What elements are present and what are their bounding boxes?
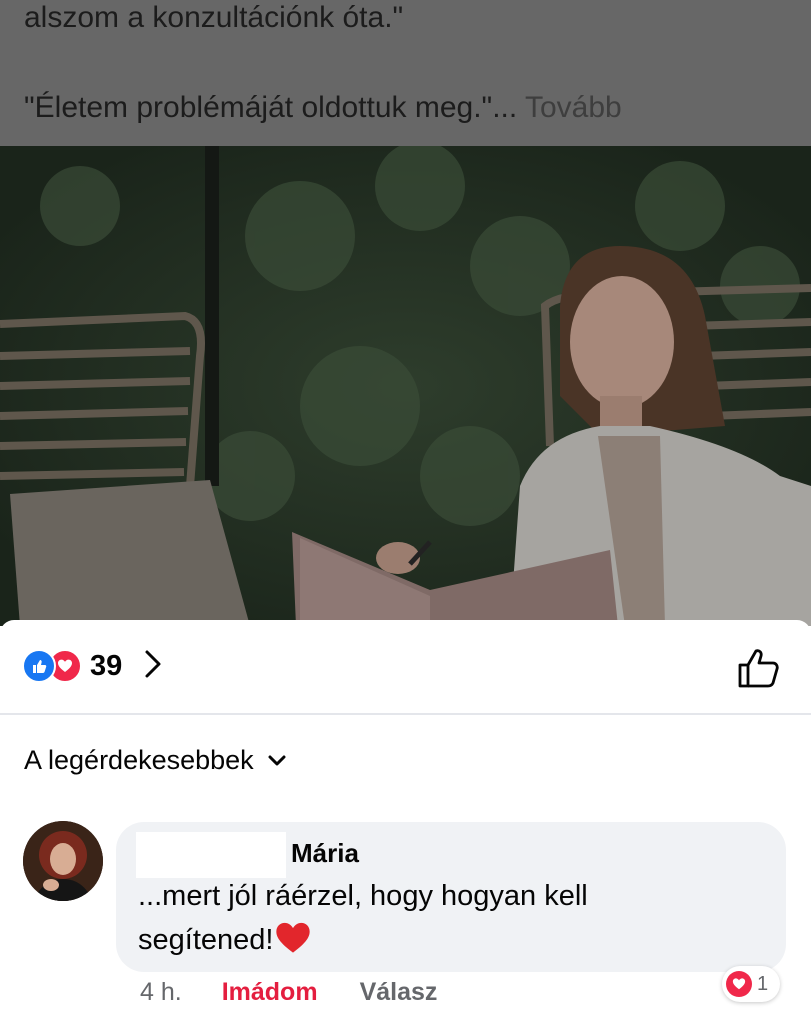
see-more-link[interactable]: Tovább xyxy=(525,91,622,124)
reaction-summary[interactable]: 39 xyxy=(22,648,162,684)
love-icon xyxy=(726,971,752,997)
sort-label: A legérdekesebbek xyxy=(24,745,254,775)
love-reaction-button[interactable]: Imádom xyxy=(222,978,318,1007)
like-icon xyxy=(22,649,56,683)
comment-text-line2: segítened! xyxy=(138,924,274,956)
comment-time[interactable]: 4 h. xyxy=(140,978,182,1007)
comment-author[interactable]: Mária xyxy=(291,838,359,869)
chevron-right-icon[interactable] xyxy=(144,649,162,684)
redacted-name xyxy=(136,832,286,878)
chevron-down-icon xyxy=(268,755,286,765)
reaction-count: 39 xyxy=(90,649,123,682)
divider xyxy=(0,713,811,715)
like-button[interactable] xyxy=(737,646,781,695)
avatar-image xyxy=(23,821,103,901)
comment-meta: 4 h. Imádom Válasz xyxy=(140,978,437,1007)
post-text: alszom a konzultációnk óta." "Életem pro… xyxy=(0,0,811,146)
comment-reaction-summary[interactable]: 1 xyxy=(722,966,780,1002)
post-photo-image xyxy=(0,146,811,626)
comment-sort-dropdown[interactable]: A legérdekesebbek xyxy=(24,745,286,776)
comment-reaction-count: 1 xyxy=(757,972,769,995)
comment-text-line1: ...mert jól ráérzel, hogy hogyan kell xyxy=(138,880,588,912)
thumbs-up-icon xyxy=(738,649,779,688)
post-text-line2: "Életem problémáját oldottuk meg."... To… xyxy=(24,86,622,130)
post-text-line2-content: "Életem problémáját oldottuk meg."... xyxy=(24,91,518,124)
post-photo[interactable] xyxy=(0,146,811,626)
reactions-sheet: 39 A legérdekesebbek Mária ...mert jól r… xyxy=(0,620,811,1024)
reply-button[interactable]: Válasz xyxy=(360,978,438,1007)
comment-text-line2-row: segítened! xyxy=(138,918,758,968)
comment-text: ...mert jól ráérzel, hogy hogyan kell se… xyxy=(138,874,758,968)
comment-bubble[interactable]: Mária ...mert jól ráérzel, hogy hogyan k… xyxy=(116,822,786,972)
avatar[interactable] xyxy=(23,821,103,901)
post-text-line1: alszom a konzultációnk óta." xyxy=(24,1,404,34)
heart-emoji-icon xyxy=(275,921,311,968)
